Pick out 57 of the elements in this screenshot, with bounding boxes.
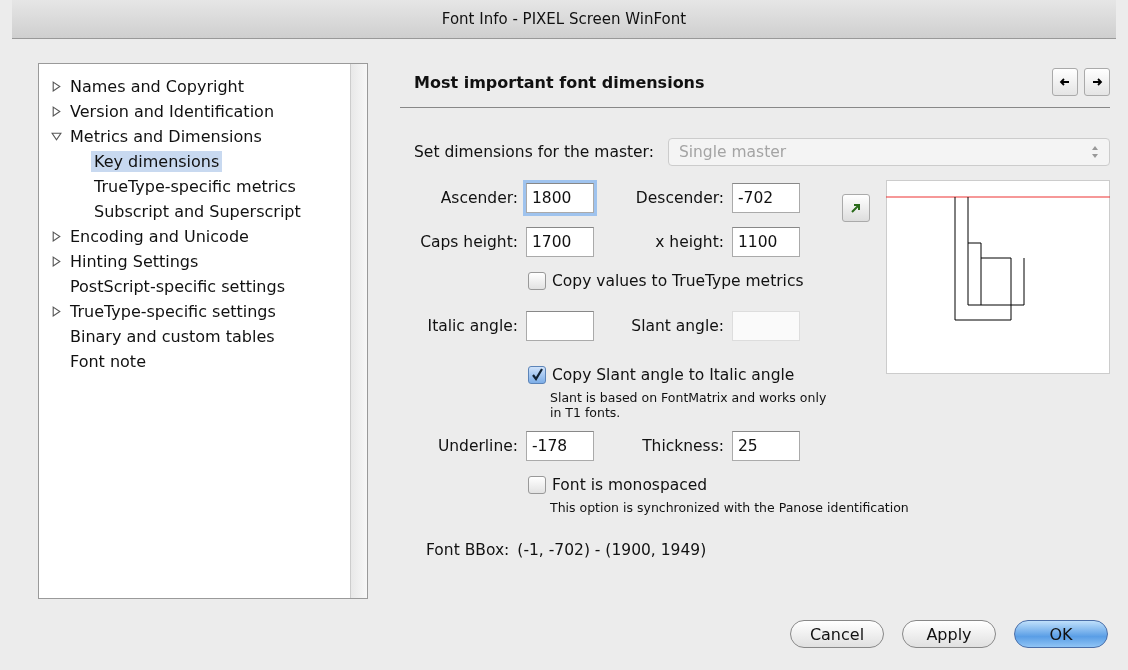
field-label: x height: [654, 233, 724, 251]
apply-preview-button[interactable] [842, 194, 870, 222]
disclosure-triangle-icon[interactable] [51, 256, 62, 267]
field-label: Descender: [634, 189, 724, 207]
field-label: Set dimensions for the master: [414, 143, 654, 161]
left-arrow-icon [1059, 76, 1071, 88]
arrow-icon [850, 202, 862, 214]
disclosure-triangle-icon[interactable] [51, 106, 62, 117]
tree-item[interactable]: Names and Copyright [67, 76, 247, 97]
stepper-icon [1091, 145, 1099, 159]
number-field[interactable] [526, 311, 594, 341]
number-field[interactable]: 1700 [526, 227, 594, 257]
disclosure-triangle-icon[interactable] [51, 231, 62, 242]
field-label: Thickness: [641, 437, 724, 455]
number-field[interactable]: 1100 [732, 227, 800, 257]
right-arrow-icon [1091, 76, 1103, 88]
tree-item[interactable]: Font note [67, 351, 149, 372]
disclosure-triangle-icon[interactable] [51, 306, 62, 317]
dialog-button[interactable]: Apply [902, 620, 996, 648]
checkbox[interactable] [528, 476, 546, 494]
field-label: Font BBox: [426, 541, 510, 559]
tree-item[interactable]: Binary and custom tables [67, 326, 278, 347]
disclosure-triangle-icon[interactable] [51, 81, 62, 92]
field-label: Underline: [436, 437, 518, 455]
bbox-value: (-1, -702) - (1900, 1949) [517, 541, 707, 559]
back-button[interactable] [1052, 68, 1078, 96]
tree-item[interactable]: PostScript-specific settings [67, 276, 288, 297]
tree-item[interactable]: Version and Identification [67, 101, 277, 122]
scroll-bar[interactable] [350, 64, 367, 598]
number-field[interactable]: -702 [732, 183, 800, 213]
number-field[interactable]: 1800 [526, 183, 594, 213]
checkbox-label[interactable]: Copy Slant angle to Italic angle [552, 366, 795, 384]
field-label: Ascender: [439, 189, 518, 207]
tree-item[interactable]: Key dimensions [91, 151, 223, 172]
hint-text: This option is synchronized with the Panose identification [549, 500, 910, 515]
number-field[interactable]: -178 [526, 431, 594, 461]
tree-item[interactable]: Hinting Settings [67, 251, 202, 272]
forward-button[interactable] [1084, 68, 1110, 96]
panel-title: Most important font dimensions [414, 72, 705, 92]
field-label: Italic angle: [426, 317, 518, 335]
tree-item[interactable]: Encoding and Unicode [67, 226, 252, 247]
tree-item[interactable]: Subscript and Superscript [91, 201, 304, 222]
checkbox-label[interactable]: Copy values to TrueType metrics [552, 272, 804, 290]
checkbox[interactable] [528, 272, 546, 290]
tree-item[interactable]: TrueType-specific metrics [91, 176, 299, 197]
tree-item[interactable]: Metrics and Dimensions [67, 126, 265, 147]
tree-item[interactable]: TrueType-specific settings [67, 301, 279, 322]
checkbox-label[interactable]: Font is monospaced [552, 476, 708, 494]
number-field[interactable]: 25 [732, 431, 800, 461]
dialog-button[interactable]: OK [1014, 620, 1108, 648]
field-label: Slant angle: [630, 317, 724, 335]
checkbox[interactable] [528, 366, 546, 384]
dialog-button[interactable]: Cancel [790, 620, 884, 648]
window-title: Font Info - PIXEL Screen WinFont [441, 10, 687, 28]
hint-text: Slant is based on FontMatrix and works only in T1 fonts. [549, 390, 828, 420]
disclosure-triangle-icon[interactable] [51, 131, 62, 142]
field-label: Caps height: [419, 233, 518, 251]
